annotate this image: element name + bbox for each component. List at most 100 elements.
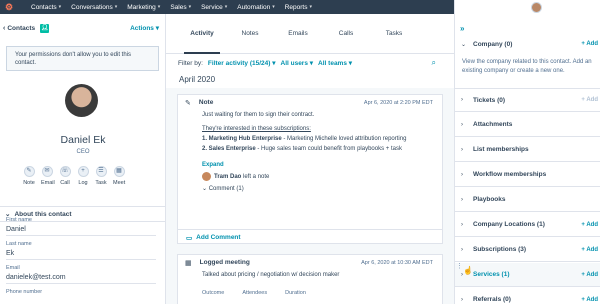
tab-tasks[interactable]: Tasks — [370, 14, 418, 53]
comment-toggle[interactable]: ⌄ Comment (1) — [202, 184, 442, 194]
task-button[interactable]: ☰ Task — [95, 166, 107, 186]
add-referral-button[interactable]: + Add — [581, 297, 598, 303]
plus-icon: + — [77, 166, 89, 177]
add-company-location-button[interactable]: + Add — [581, 222, 598, 228]
attachments-section[interactable]: › Attachments — [455, 113, 600, 137]
chevron-down-icon: ▾ — [309, 4, 312, 10]
notifications-icon[interactable]: 🔔︎ — [512, 3, 521, 11]
filter-activity-dropdown[interactable]: Filter activity (15/24) ▾ — [208, 59, 276, 67]
email-button[interactable]: ✉ Email — [41, 166, 55, 186]
tab-calls[interactable]: Calls — [322, 14, 370, 53]
drag-handle-icon[interactable]: ⋮ — [456, 262, 463, 270]
associations-sidebar: » ⌄ Company (0) + Add View the company r… — [454, 14, 600, 304]
chevron-right-icon: › — [461, 171, 463, 178]
filter-users-dropdown[interactable]: All users ▾ — [281, 59, 314, 67]
filter-teams-dropdown[interactable]: All teams ▾ — [318, 59, 352, 67]
add-company-button[interactable]: + Add — [581, 41, 598, 47]
add-ticket-button[interactable]: + Add — [581, 97, 598, 103]
nav-contacts[interactable]: Contacts ▾ — [31, 4, 61, 11]
tab-emails[interactable]: Emails — [274, 14, 322, 53]
nav-conversations[interactable]: Conversations ▾ — [71, 4, 117, 11]
meeting-date: Apr 6, 2020 at 10:30 AM EDT — [361, 260, 433, 266]
phone-icon: ☏ — [59, 166, 71, 177]
services-section[interactable]: › Services (1) + Add — [455, 263, 600, 287]
log-button[interactable]: + Log — [77, 166, 89, 186]
add-comment-row: ▭ Add Comment — [177, 229, 443, 244]
add-service-button[interactable]: + Add — [581, 272, 598, 278]
chevron-right-icon: › — [461, 296, 463, 303]
first-name-field[interactable]: First name Daniel — [6, 217, 156, 236]
marketplace-icon[interactable]: ▣ — [474, 3, 482, 11]
user-icon: 👤︎ — [40, 23, 50, 33]
search-icon[interactable]: ⌕ — [455, 3, 463, 11]
nav-service[interactable]: Service ▾ — [201, 4, 227, 11]
referrals-section[interactable]: › Referrals (0) + Add — [455, 288, 600, 304]
chevron-down-icon: ▾ — [157, 4, 161, 10]
call-button[interactable]: ☏ Call — [59, 166, 71, 186]
account-avatar[interactable] — [531, 1, 542, 13]
last-name-field[interactable]: Last name Ek — [6, 241, 156, 260]
list-memberships-section[interactable]: › List memberships — [455, 138, 600, 162]
nav-sales[interactable]: Sales ▾ — [170, 4, 191, 11]
filter-bar: Filter by: Filter activity (15/24) ▾ All… — [166, 54, 454, 72]
comment-icon: ▭ — [186, 234, 193, 242]
nav-reports[interactable]: Reports ▾ — [285, 4, 312, 11]
filter-by-label: Filter by: — [178, 59, 203, 67]
top-navigation: ⚙ Contacts ▾ Conversations ▾ Marketing ▾ Sa… — [0, 0, 600, 14]
activity-buttons: ✎ Note ✉ Email ☏ Call + Log ☰ Task ▦ Meet — [23, 166, 125, 186]
note-icon: ✎ — [23, 166, 35, 177]
settings-icon[interactable]: ⚙ — [493, 3, 501, 11]
nav-automation[interactable]: Automation ▾ — [237, 4, 274, 11]
company-section[interactable]: ⌄ Company (0) + Add — [455, 32, 600, 56]
activity-timeline: Activity Notes Emails Calls Tasks Filter… — [166, 14, 454, 304]
chevron-right-icon: › — [461, 146, 463, 153]
contact-job-title: CEO — [76, 149, 90, 155]
chevron-down-icon: ▾ — [188, 4, 192, 10]
search-icon[interactable]: ⌕ — [432, 58, 436, 68]
chevron-down-icon: ⌄ — [461, 41, 467, 48]
meeting-body: Talked about pricing / negotiation w/ de… — [178, 270, 442, 298]
note-card: ✎ Note Apr 6, 2020 at 2:20 PM EDT Just w… — [177, 94, 443, 244]
tickets-section[interactable]: › Tickets (0) + Add — [455, 88, 600, 112]
meet-button[interactable]: ▦ Meet — [113, 166, 125, 186]
back-to-contacts-link[interactable]: ‹ Contacts 👤︎ — [3, 23, 50, 33]
calendar-icon: ▦ — [185, 259, 192, 267]
add-comment-button[interactable]: ▭ Add Comment — [178, 229, 442, 245]
month-heading: April 2020 — [166, 72, 454, 88]
contact-avatar — [65, 84, 98, 117]
chevron-left-icon: ‹ — [3, 24, 6, 32]
contact-sidebar: ‹ Contacts 👤︎ Actions ▾ Your permissions… — [0, 14, 166, 304]
note-button[interactable]: ✎ Note — [23, 166, 35, 186]
phone-number-field[interactable]: Phone number — [6, 289, 42, 295]
tab-activity[interactable]: Activity — [178, 14, 226, 54]
company-locations-section[interactable]: › Company Locations (1) + Add — [455, 213, 600, 237]
company-help-text: View the company related to this contact… — [462, 59, 592, 74]
actions-dropdown[interactable]: Actions ▾ — [130, 24, 159, 32]
subscriptions-section[interactable]: › Subscriptions (3) + Add — [455, 238, 600, 262]
tab-notes[interactable]: Notes — [226, 14, 274, 53]
avatar — [202, 172, 211, 181]
timeline-tabs: Activity Notes Emails Calls Tasks — [166, 14, 454, 54]
email-icon: ✉ — [41, 166, 53, 177]
note-date: Apr 6, 2020 at 2:20 PM EDT — [363, 100, 433, 106]
chevron-down-icon: ▾ — [224, 4, 228, 10]
left-header: ‹ Contacts 👤︎ Actions ▾ — [0, 14, 165, 42]
nav-marketing[interactable]: Marketing ▾ — [127, 4, 160, 11]
chevron-right-icon: › — [461, 196, 463, 203]
contact-name: Daniel Ek — [60, 134, 106, 146]
calendar-icon: ▦ — [113, 166, 125, 177]
meeting-card: ▦ Logged meeting Apr 6, 2020 at 10:30 AM… — [177, 254, 443, 304]
add-subscription-button[interactable]: + Add — [581, 247, 598, 253]
chevron-down-icon: ▾ — [114, 4, 118, 10]
permission-alert: Your permissions don't allow you to edit… — [6, 46, 159, 71]
note-icon: ✎ — [185, 99, 191, 107]
nav-utility: ⌕ ▣ ⚙ 🔔︎ — [454, 0, 600, 14]
workflow-memberships-section[interactable]: › Workflow memberships — [455, 163, 600, 187]
chevron-down-icon: ▾ — [272, 4, 275, 10]
hubspot-logo-icon[interactable]: ⚙ — [5, 2, 15, 12]
playbooks-section[interactable]: › Playbooks — [455, 188, 600, 212]
email-field[interactable]: Email danielek@test.com — [6, 265, 156, 284]
note-author: Tram Dao left a note — [202, 172, 442, 182]
expand-link[interactable]: Expand — [202, 160, 442, 170]
task-icon: ☰ — [95, 166, 107, 177]
